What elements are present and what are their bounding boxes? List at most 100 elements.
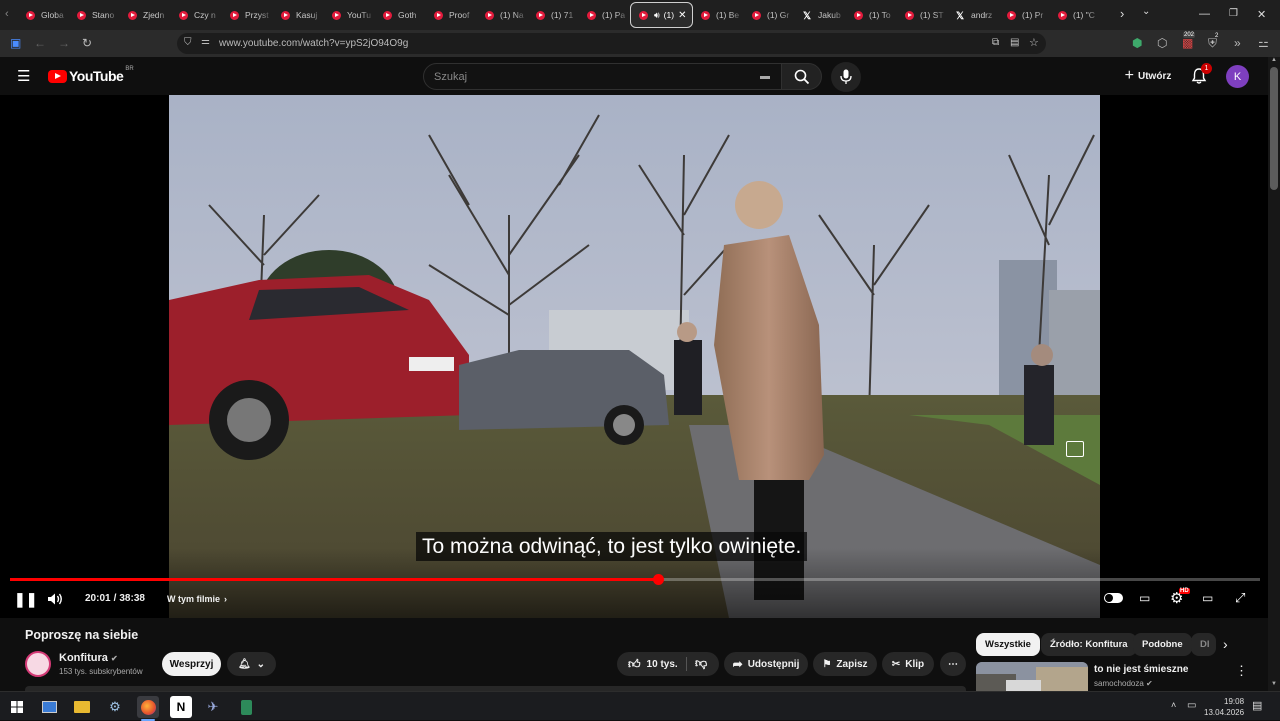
browser-tab[interactable]: (1) "C [1050, 2, 1101, 28]
page-scrollbar[interactable]: ▲ ▼ [1268, 57, 1280, 691]
ublock-extension-icon[interactable]: ▩ [1182, 36, 1193, 50]
video-player[interactable]: To można odwinąć, to jest tylko owinięte… [0, 95, 1268, 618]
tab-scroll-right-icon[interactable]: › [1120, 6, 1124, 21]
forward-icon[interactable]: → [58, 36, 70, 50]
channel-name[interactable]: Konfitura [59, 652, 108, 664]
more-actions-button[interactable]: ⋯ [940, 652, 966, 676]
browser-tab[interactable]: (1) Na [477, 2, 528, 28]
windows-start-icon[interactable] [6, 696, 28, 718]
scrollbar-thumb[interactable] [1270, 67, 1278, 190]
product-card-icon[interactable] [1066, 441, 1084, 457]
recommended-channel[interactable]: samochodoza [1094, 679, 1144, 688]
dislike-button[interactable]: 👎︎ [695, 656, 707, 671]
browser-tab[interactable]: Proof [426, 2, 477, 28]
keyboard-icon[interactable]: ▬ [760, 71, 770, 82]
network-app-icon[interactable]: ✈ [202, 696, 224, 718]
tab-audio-icon[interactable]: 🔊︎ [654, 10, 660, 21]
reader-view-icon[interactable]: ▤ [1010, 37, 1019, 48]
chip-source-channel[interactable]: Źródło: Konfitura [1041, 633, 1137, 656]
voice-search-button[interactable] [831, 62, 861, 92]
reload-icon[interactable]: ↻ [82, 36, 92, 50]
overflow-chevron-icon[interactable]: » [1234, 36, 1241, 50]
chip-partial[interactable]: Dl [1191, 633, 1216, 656]
browser-tab[interactable]: Zjedn [120, 2, 171, 28]
pause-icon[interactable]: ❚❚ [14, 591, 37, 608]
chip-all[interactable]: Wszystkie [976, 633, 1040, 656]
url-text[interactable]: www.youtube.com/watch?v=ypS2jO94O9g [219, 38, 408, 49]
browser-tab[interactable]: (1) Be [693, 2, 744, 28]
create-button[interactable]: + Utwórz [1115, 64, 1181, 88]
notifications-button[interactable]: 1 [1190, 63, 1212, 90]
close-tab-icon[interactable]: ✕ [678, 10, 686, 21]
browser-tab[interactable]: (1) Pr [999, 2, 1050, 28]
tab-list-dropdown-icon[interactable]: ⌄ [1142, 6, 1150, 17]
site-settings-icon[interactable]: ⚌ [201, 36, 210, 47]
scroll-down-icon[interactable]: ▼ [1271, 681, 1277, 687]
chip-related[interactable]: Podobne [1133, 633, 1192, 656]
autoplay-toggle[interactable] [1104, 593, 1123, 603]
back-icon[interactable]: ← [34, 36, 46, 50]
browser-menu-icon[interactable]: ⚍ [1258, 36, 1269, 50]
like-button[interactable]: 👍︎ 10 tys. [628, 657, 678, 672]
browser-tab[interactable]: YouTu [324, 2, 375, 28]
chapters-button[interactable]: W tym filmie › [167, 594, 227, 604]
notification-center-icon[interactable]: ▤ [1252, 699, 1262, 712]
progress-bar[interactable] [10, 574, 1260, 585]
subtitles-icon[interactable]: ▭ [1139, 591, 1150, 605]
minimize-icon[interactable]: — [1199, 8, 1210, 20]
bookmark-star-icon[interactable]: ☆ [1029, 36, 1039, 49]
theater-mode-icon[interactable]: ▭ [1202, 591, 1213, 605]
tab-scroll-left-icon[interactable]: ‹ [5, 8, 9, 20]
browser-tab-active[interactable]: 🔊︎ (1) ✕ [630, 2, 693, 28]
tray-display-icon[interactable]: ▭ [1187, 700, 1196, 711]
browser-tab[interactable]: Goth [375, 2, 426, 28]
account-avatar[interactable]: K [1226, 65, 1249, 88]
scroll-up-icon[interactable]: ▲ [1271, 57, 1277, 63]
hamburger-menu-icon[interactable]: ☰ [17, 67, 30, 85]
share-button[interactable]: ➦ Udostępnij [724, 652, 808, 676]
notification-preferences-button[interactable]: 🔔︎ ⌄ [227, 652, 276, 676]
browser-tab[interactable]: (1) To [846, 2, 897, 28]
browser-tab[interactable]: (1) Pa [579, 2, 630, 28]
tab-groups-icon[interactable]: ▣ [10, 36, 21, 50]
firefox-icon[interactable] [137, 696, 159, 718]
calculator-icon[interactable] [235, 696, 257, 718]
extensions-icon[interactable]: ⬡ [1157, 36, 1167, 50]
support-button[interactable]: Wesprzyj [162, 652, 221, 676]
clip-button[interactable]: ✂ Klip [882, 652, 934, 676]
taskbar-clock[interactable]: 19:08 13.04.2026 [1204, 696, 1244, 718]
search-input[interactable]: Szukaj [434, 71, 467, 83]
chips-next-icon[interactable]: › [1223, 636, 1228, 652]
browser-tab[interactable]: Czy n [171, 2, 222, 28]
vpn-extension-icon[interactable]: ⬢ [1132, 36, 1142, 50]
channel-avatar[interactable] [25, 651, 51, 677]
youtube-logo[interactable]: YouTube BR [48, 66, 134, 84]
browser-tab[interactable]: Kasuj [273, 2, 324, 28]
browser-tab[interactable]: Przyst [222, 2, 273, 28]
notion-icon[interactable]: N [170, 696, 192, 718]
browser-tab[interactable]: Globa [18, 2, 69, 28]
recommended-title[interactable]: to nie jest śmieszne [1094, 664, 1188, 675]
browser-tab[interactable]: 𝕏andrz [948, 2, 999, 28]
channel-name-row[interactable]: Konfitura ✔ [59, 652, 118, 664]
monitor-app-icon[interactable] [38, 696, 60, 718]
recommended-thumbnail[interactable] [976, 662, 1088, 691]
restore-icon[interactable]: ❐ [1229, 8, 1238, 19]
search-box[interactable]: Szukaj ▬ [423, 63, 782, 90]
save-button[interactable]: ⚑ Zapisz [813, 652, 877, 676]
browser-tab[interactable]: 𝕏 Jakub [795, 2, 846, 28]
steam-icon[interactable]: ⚙ [104, 696, 126, 718]
volume-icon[interactable] [47, 592, 65, 606]
browser-tab[interactable]: (1) ST [897, 2, 948, 28]
picture-in-picture-icon[interactable]: ⧉ [992, 37, 999, 48]
browser-tab[interactable]: Stano [69, 2, 120, 28]
address-bar[interactable]: ⛉ ⚌ www.youtube.com/watch?v=ypS2jO94O9g … [177, 33, 1046, 54]
browser-tab[interactable]: (1) Gr [744, 2, 795, 28]
file-explorer-icon[interactable] [71, 696, 93, 718]
recommended-menu-icon[interactable]: ⋮ [1235, 663, 1248, 679]
progress-scrubber[interactable] [652, 574, 664, 585]
shield-icon[interactable]: ⛉ [184, 37, 192, 48]
browser-tab[interactable]: (1) 71 [528, 2, 579, 28]
close-window-icon[interactable]: ✕ [1257, 8, 1266, 21]
tray-chevron-up-icon[interactable]: ˄ [1171, 700, 1176, 710]
